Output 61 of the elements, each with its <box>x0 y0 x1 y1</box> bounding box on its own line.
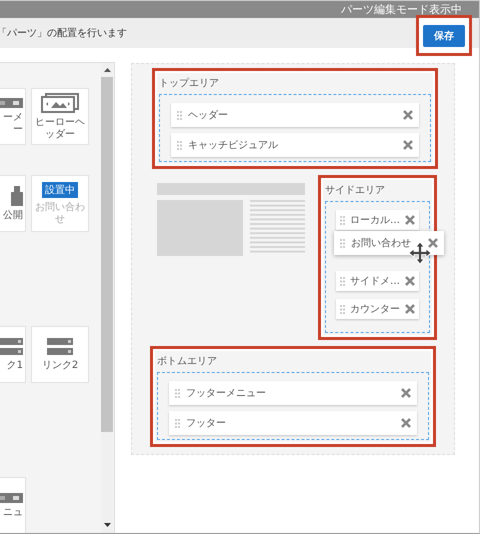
part-item[interactable]: サイドメ… <box>336 271 419 291</box>
part-label: ローカル… <box>350 214 400 227</box>
mode-status: パーツ編集モード表示中 <box>341 2 462 17</box>
close-icon[interactable] <box>401 418 411 428</box>
part-card[interactable]: リンク2 <box>31 326 89 383</box>
part-label: ニュ <box>2 506 23 518</box>
part-label: フッターメニュー <box>186 387 266 400</box>
part-label: ヘッダー <box>188 109 228 122</box>
block-icon <box>11 186 23 206</box>
close-icon[interactable] <box>403 110 413 120</box>
part-label: 公開 <box>2 210 23 222</box>
part-label: サイドメ… <box>350 275 400 288</box>
part-label: お問い合わせ <box>351 237 411 250</box>
part-item[interactable]: フッター <box>169 411 417 435</box>
part-card[interactable]: ーメー <box>0 88 26 145</box>
close-icon[interactable] <box>405 215 415 225</box>
save-button[interactable]: 保存 <box>423 24 465 46</box>
part-card[interactable]: ク1 <box>0 326 26 383</box>
grip-icon[interactable] <box>340 216 345 224</box>
scroll-up-icon[interactable] <box>104 68 110 72</box>
grip-icon[interactable] <box>340 304 345 314</box>
close-icon[interactable] <box>403 140 413 150</box>
close-icon[interactable] <box>405 304 415 314</box>
grip-icon[interactable] <box>175 388 180 398</box>
bar-icon <box>0 98 23 108</box>
grip-icon[interactable] <box>177 110 182 120</box>
part-label: カウンター <box>350 303 400 316</box>
stacked-bars-icon <box>0 338 23 356</box>
scroll-down-icon[interactable] <box>104 523 110 527</box>
grip-icon[interactable] <box>175 418 180 428</box>
image-icon <box>41 93 79 113</box>
part-item[interactable]: キャッチビジュアル <box>171 133 419 157</box>
part-label: ーメー <box>2 112 23 135</box>
grip-icon[interactable] <box>340 238 345 248</box>
area-title: ボトムエリア <box>157 355 218 368</box>
part-label: フッター <box>186 417 226 430</box>
part-label: お問い合わせ <box>34 202 86 225</box>
part-card[interactable]: 公開 <box>0 175 26 232</box>
area-title: サイドエリア <box>325 184 386 197</box>
grip-icon[interactable] <box>340 276 345 286</box>
part-item[interactable]: ヘッダー <box>171 103 419 127</box>
part-item[interactable]: カウンター <box>336 299 419 319</box>
area-title: トップエリア <box>159 76 220 90</box>
close-icon[interactable] <box>428 238 438 248</box>
part-label: ヒーローヘッダー <box>34 117 86 140</box>
part-card[interactable]: ニュ <box>0 477 26 533</box>
stacked-bars-icon <box>47 338 73 356</box>
instruction-text: 「パーツ」の配置を行います <box>0 26 127 40</box>
dragged-part-item[interactable]: お問い合わせ <box>334 231 444 255</box>
part-label: リンク2 <box>42 360 78 372</box>
part-label: キャッチビジュアル <box>188 139 278 152</box>
part-item[interactable]: フッターメニュー <box>169 381 417 405</box>
bar-icon <box>0 492 23 503</box>
part-item[interactable]: ローカル… <box>336 210 419 230</box>
part-card[interactable]: ヒーローヘッダー <box>31 88 89 145</box>
part-label: ク1 <box>6 360 23 372</box>
grip-icon[interactable] <box>177 140 182 150</box>
close-icon[interactable] <box>405 276 415 286</box>
close-icon[interactable] <box>401 388 411 398</box>
scrollbar-thumb[interactable] <box>101 77 113 432</box>
status-badge: 設置中 <box>42 182 78 198</box>
